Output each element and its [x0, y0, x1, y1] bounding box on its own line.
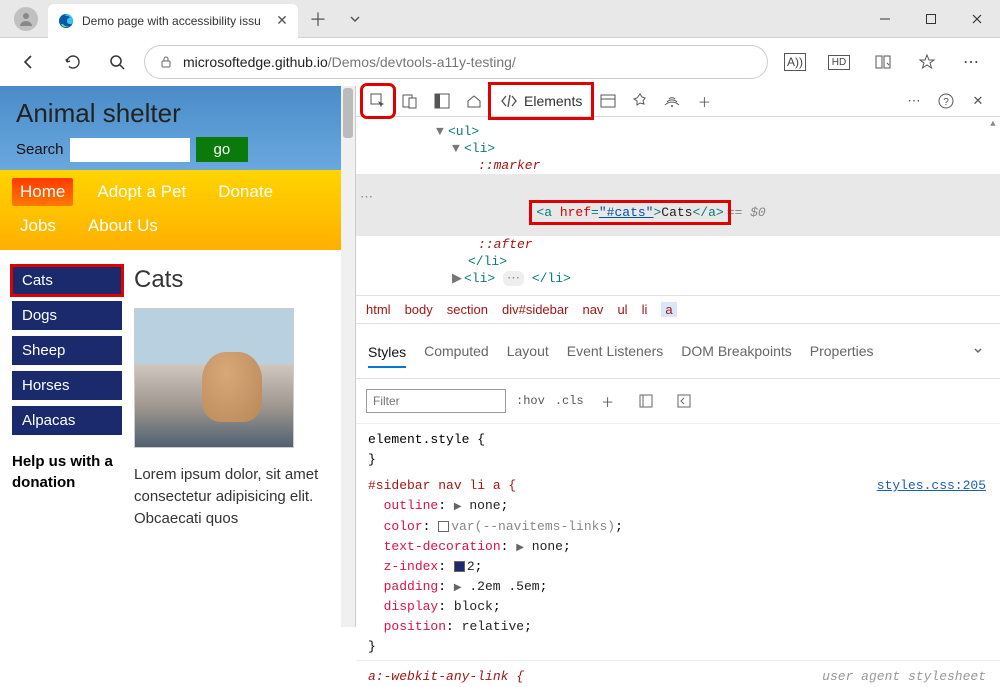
read-aloud-button[interactable]: A)) [778, 45, 812, 79]
properties-tab[interactable]: Properties [810, 343, 874, 359]
dock-button[interactable] [428, 87, 456, 115]
page-scrollbar[interactable] [341, 86, 355, 627]
refresh-button[interactable] [56, 45, 90, 79]
sidebar-item-cats[interactable]: Cats [12, 266, 122, 295]
window-maximize-button[interactable] [908, 0, 954, 38]
network-tab-button[interactable] [658, 87, 686, 115]
nav-about[interactable]: About Us [80, 212, 166, 240]
dom-breakpoints-tab[interactable]: DOM Breakpoints [681, 343, 791, 359]
profile-avatar[interactable] [14, 7, 38, 31]
favorite-button[interactable] [910, 45, 944, 79]
elements-tab[interactable]: Elements [492, 86, 590, 116]
dom-scrollbar[interactable]: ▲ [986, 117, 1000, 295]
sources-tab-button[interactable] [626, 87, 654, 115]
svg-text:?: ? [943, 97, 949, 108]
nav-jobs[interactable]: Jobs [12, 212, 64, 240]
tab-title: Demo page with accessibility issu [82, 14, 266, 28]
layout-tab[interactable]: Layout [507, 343, 549, 359]
page-heading: Cats [134, 266, 343, 294]
new-style-rule-button[interactable]: ＋ [594, 387, 622, 415]
dom-actions-icon[interactable]: ⋯ [360, 190, 373, 205]
nav-home[interactable]: Home [12, 178, 73, 206]
element-style-block[interactable]: element.style { } [356, 424, 1000, 470]
nav-donate[interactable]: Donate [210, 178, 281, 206]
address-bar[interactable]: microsoftedge.github.io/Demos/devtools-a… [144, 45, 768, 79]
welcome-tab[interactable] [460, 87, 488, 115]
tabs-chevron-icon[interactable] [332, 0, 378, 38]
url-path: /Demos/devtools-a11y-testing/ [328, 54, 516, 70]
breadcrumb-trail[interactable]: html body section div#sidebar nav ul li … [356, 295, 1000, 324]
page-viewport: Animal shelter Search go Home Adopt a Pe… [0, 86, 355, 627]
site-lock-icon [159, 55, 173, 69]
tab-close-icon[interactable]: ✕ [274, 13, 290, 29]
computed-tab[interactable]: Computed [424, 343, 489, 359]
application-tab-button[interactable] [594, 87, 622, 115]
styles-chevron-icon[interactable] [968, 332, 988, 370]
sidebar-item-horses[interactable]: Horses [12, 371, 122, 400]
hov-toggle[interactable]: :hov [516, 394, 545, 408]
back-button[interactable] [12, 45, 46, 79]
more-tabs-button[interactable]: ＋ [690, 87, 718, 115]
go-button[interactable]: go [196, 137, 249, 162]
inspect-element-button[interactable] [364, 87, 392, 115]
new-tab-button[interactable]: ＋ [304, 5, 332, 33]
cat-image [134, 308, 294, 448]
devtools-close-button[interactable]: ✕ [964, 87, 992, 115]
devtools-menu-button[interactable]: ⋯ [900, 87, 928, 115]
toggle-pane-button[interactable] [670, 387, 698, 415]
styles-subtabs[interactable]: Styles Computed Layout Event Listeners D… [356, 324, 1000, 379]
search-input[interactable] [70, 138, 190, 162]
cls-toggle[interactable]: .cls [555, 394, 584, 408]
window-minimize-button[interactable] [862, 0, 908, 38]
sidebar-item-sheep[interactable]: Sheep [12, 336, 122, 365]
search-label: Search [16, 141, 64, 158]
ua-rule-block[interactable]: user agent stylesheet a:-webkit-any-link… [356, 660, 1000, 687]
sidebar-item-alpacas[interactable]: Alpacas [12, 406, 122, 435]
donate-cta: Help us with a donation [12, 451, 122, 493]
sidebar-nav: Cats Dogs Sheep Horses Alpacas Help us w… [12, 266, 122, 529]
browser-tab[interactable]: Demo page with accessibility issu ✕ [48, 4, 298, 38]
window-close-button[interactable] [954, 0, 1000, 38]
lorem-text: Lorem ipsum dolor, sit amet consectetur … [134, 464, 343, 529]
main-nav: Home Adopt a Pet Donate Jobs About Us [0, 170, 355, 250]
css-rule-block[interactable]: styles.css:205 #sidebar nav li a { outli… [356, 470, 1000, 657]
url-host: microsoftedge.github.io [183, 54, 328, 70]
edge-favicon [58, 13, 74, 29]
reading-list-button[interactable] [866, 45, 900, 79]
hd-button[interactable]: HD [822, 45, 856, 79]
site-title: Animal shelter [16, 98, 339, 129]
event-listeners-tab[interactable]: Event Listeners [567, 343, 664, 359]
styles-source-link[interactable]: styles.css:205 [877, 476, 986, 496]
devtools-panel: Elements ＋ ⋯ ? ✕ ▼<ul> ▼<li> ::marker ⋯ … [355, 86, 1000, 627]
devtools-help-button[interactable]: ? [932, 87, 960, 115]
styles-filter-input[interactable] [366, 389, 506, 413]
sidebar-item-dogs[interactable]: Dogs [12, 301, 122, 330]
search-button[interactable] [100, 45, 134, 79]
styles-tab[interactable]: Styles [368, 344, 406, 368]
computed-sidebar-button[interactable] [632, 387, 660, 415]
dom-tree[interactable]: ▼<ul> ▼<li> ::marker ⋯ <a href="#cats">C… [356, 117, 1000, 295]
nav-adopt[interactable]: Adopt a Pet [89, 178, 194, 206]
settings-menu-button[interactable]: ⋯ [954, 45, 988, 79]
device-toggle-button[interactable] [396, 87, 424, 115]
